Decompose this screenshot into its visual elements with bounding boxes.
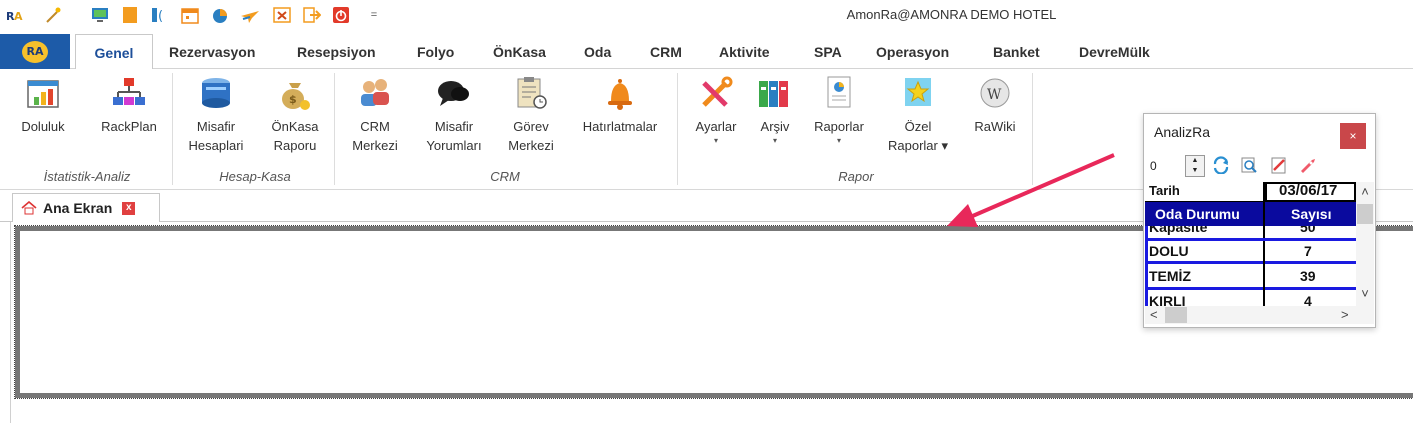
vertical-scrollbar[interactable]: ˄ ˅ xyxy=(1356,182,1374,306)
spin-stepper[interactable]: ▲ ▼ xyxy=(1185,155,1205,177)
horizontal-scrollbar[interactable]: < > xyxy=(1145,306,1374,324)
spin-value: 0 xyxy=(1150,159,1157,173)
table-row: TEMİZ 39 xyxy=(1145,264,1356,290)
row-value: 4 xyxy=(1304,293,1312,306)
scroll-right-icon[interactable]: > xyxy=(1341,307,1349,322)
row-name: DOLU xyxy=(1149,243,1189,259)
scroll-left-icon[interactable]: < xyxy=(1150,307,1158,322)
analizra-window[interactable]: AnalizRa × 0 ▲ ▼ Tarih 03/06/17 Oda Durum… xyxy=(1143,113,1376,328)
tarih-value[interactable]: 03/06/17 xyxy=(1279,182,1337,199)
vertical-scroll-thumb[interactable] xyxy=(1357,204,1373,224)
table-row: Kapasite 50 xyxy=(1145,226,1356,241)
refresh-icon[interactable] xyxy=(1212,156,1230,175)
rocket-icon[interactable] xyxy=(1298,156,1316,174)
analizra-title: AnalizRa xyxy=(1154,124,1211,140)
analizra-toolbar: 0 ▲ ▼ xyxy=(1148,154,1373,178)
column-header-sayisi[interactable]: Sayısı xyxy=(1291,206,1331,222)
row-value: 7 xyxy=(1304,243,1312,259)
row-name: KIRLI xyxy=(1149,293,1186,306)
scroll-down-icon[interactable]: ˅ xyxy=(1356,286,1374,301)
row-value: 50 xyxy=(1300,226,1316,235)
table-row: DOLU 7 xyxy=(1145,241,1356,264)
table-row: KIRLI 4 xyxy=(1145,290,1356,306)
close-button[interactable]: × xyxy=(1340,123,1366,149)
scroll-up-icon[interactable]: ˄ xyxy=(1356,184,1374,199)
search-icon[interactable] xyxy=(1240,156,1258,174)
row-name: Kapasite xyxy=(1149,226,1208,235)
row-value: 39 xyxy=(1300,268,1316,284)
tarih-row: Tarih 03/06/17 xyxy=(1145,182,1356,202)
horizontal-scroll-thumb[interactable] xyxy=(1165,307,1187,323)
grid-header-row: Oda Durumu Sayısı xyxy=(1145,202,1356,226)
analizra-grid: Tarih 03/06/17 Oda Durumu Sayısı Kapasit… xyxy=(1145,182,1356,306)
row-name: TEMİZ xyxy=(1149,268,1191,284)
edit-report-icon[interactable] xyxy=(1270,156,1288,174)
tarih-label: Tarih xyxy=(1149,183,1180,198)
column-header-oda-durumu[interactable]: Oda Durumu xyxy=(1155,206,1240,222)
